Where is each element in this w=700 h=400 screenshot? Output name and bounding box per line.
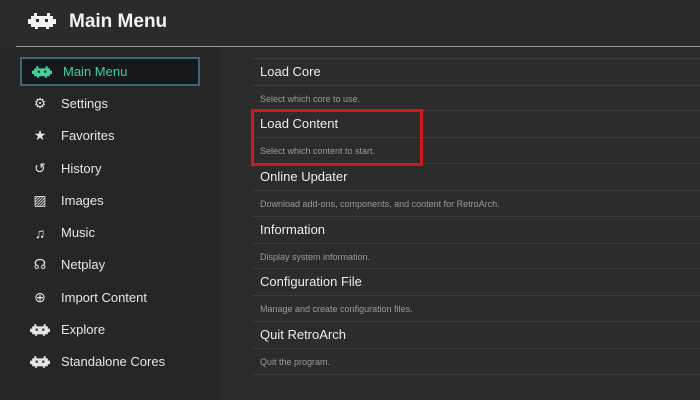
sidebar-item-label: Favorites [61,128,115,143]
star-icon: ★ [33,127,47,143]
sidebar-item-label: Settings [61,96,108,111]
menu-item-title: Information [260,222,326,237]
menu-item-description: Manage and create configuration files. [252,295,700,321]
menu-item-description: Download add-ons, components, and conten… [252,190,700,216]
sidebar-item-label: Import Content [61,290,147,305]
sidebar-item-netplay[interactable]: ☊ Netplay [20,250,200,279]
menu-item-description: Select which core to use. [252,85,700,111]
menu-item-information[interactable]: Information Display system information. [252,216,700,269]
menu-item-load-core[interactable]: Load Core Select which core to use. [252,58,700,111]
history-icon: ↺ [34,160,46,176]
highlight-box [251,109,423,166]
menu-item-description: Quit the program. [252,348,700,374]
retroarch-invader-icon [30,354,50,370]
sidebar-item-label: Standalone Cores [61,354,166,369]
menu-item-title: Configuration File [260,274,362,289]
header: Main Menu [0,0,700,46]
retroarch-logo-icon [28,13,56,29]
sidebar: Main Menu ⚙ Settings ★ Favorites ↺ History … [0,47,220,400]
sidebar-item-label: Netplay [61,257,106,272]
music-note-icon: ♫ [34,224,46,241]
menu-item-quit-retroarch[interactable]: Quit RetroArch Quit the program. [252,321,700,375]
sidebar-item-explore[interactable]: Explore [20,315,200,344]
sidebar-item-settings[interactable]: ⚙ Settings [20,89,200,118]
menu-item-online-updater[interactable]: Online Updater Download add-ons, componen… [252,163,700,216]
retroarch-invader-icon [32,64,52,80]
gear-icon: ⚙ [33,95,47,111]
sidebar-item-standalone-cores[interactable]: Standalone Cores [20,347,200,376]
page-title: Main Menu [69,11,168,32]
sidebar-item-import-content[interactable]: ⊕ Import Content [20,283,200,312]
sidebar-item-label: Music [61,225,95,240]
plus-circle-icon: ⊕ [34,289,46,305]
headset-icon: ☊ [33,256,47,272]
menu-item-title: Online Updater [260,169,348,184]
menu-item-title: Quit RetroArch [260,327,346,342]
sidebar-item-favorites[interactable]: ★ Favorites [20,121,200,150]
sidebar-item-label: Main Menu [63,64,128,79]
sidebar-item-main-menu[interactable]: Main Menu [20,57,200,86]
sidebar-item-images[interactable]: ▨ Images [20,186,200,215]
menu-item-description: Display system information. [252,243,700,269]
sidebar-item-history[interactable]: ↺ History [20,154,200,183]
sidebar-item-music[interactable]: ♫ Music [20,218,200,247]
menu-list: Load Core Select which core to use. Load … [220,47,700,400]
menu-item-title: Load Core [260,64,321,79]
sidebar-item-label: Images [61,193,104,208]
sidebar-item-label: History [61,161,102,176]
menu-item-configuration-file[interactable]: Configuration File Manage and create conf… [252,268,700,321]
retroarch-invader-icon [30,322,50,338]
sidebar-item-label: Explore [61,322,106,337]
image-icon: ▨ [33,192,47,208]
